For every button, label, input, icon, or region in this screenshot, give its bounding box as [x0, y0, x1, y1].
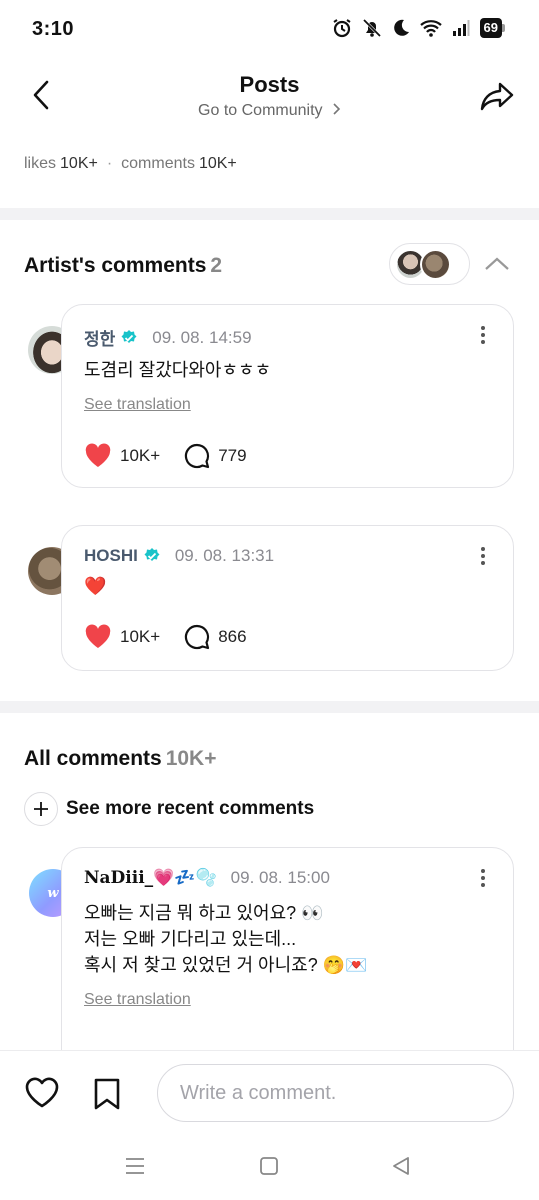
alarm-icon [332, 19, 351, 38]
comment-header: HOSHI 09. 08. 13:31 [84, 546, 274, 566]
artist-comments-count: 2 [210, 254, 223, 277]
more-options-button[interactable] [475, 544, 491, 568]
system-back-button[interactable] [390, 1155, 412, 1182]
go-to-community-link[interactable]: Go to Community [0, 102, 539, 120]
comment-input[interactable] [157, 1064, 514, 1122]
heart-outline-icon [25, 1077, 59, 1108]
status-time: 3:10 [32, 18, 75, 40]
battery-icon: 69 [479, 18, 505, 38]
share-button[interactable] [477, 76, 517, 116]
like-count: 10K+ [120, 446, 161, 465]
post-stats: likes 10K+ · comments 10K+ [24, 155, 237, 173]
see-translation-link[interactable]: See translation [84, 991, 191, 1009]
comment-text: 오빠는 지금 뭐 하고 있어요? 👀 저는 오빠 기다리고 있는데... 혹시 … [84, 900, 368, 978]
home-button[interactable] [258, 1155, 280, 1182]
artist-avatars[interactable] [389, 243, 470, 285]
artist-comments-title: Artist's comments [24, 254, 207, 277]
comment-actions: 10K+ 866 [84, 624, 247, 650]
comment-line: 혹시 저 찾고 있었던 거 아니죠? 🤭💌 [84, 955, 368, 975]
stats-separator: · [106, 155, 113, 172]
comment-header: NaDiii_💗💤🫧 09. 08. 15:00 [84, 868, 330, 888]
comment-author[interactable]: 정한 [84, 325, 115, 350]
bookmark-icon [94, 1078, 120, 1110]
comment-actions: 10K+ 779 [84, 443, 247, 469]
system-nav-bar [0, 1145, 539, 1200]
comment-text: ❤️ [84, 576, 107, 596]
comment-text: 도겸리 잘갔다와아ㅎㅎㅎ [84, 360, 272, 380]
comment-header: 정한 09. 08. 14:59 [84, 325, 252, 350]
menu-icon [126, 1158, 144, 1174]
verified-icon [143, 547, 161, 565]
artist-comment-card: HOSHI 09. 08. 13:31 ❤️ 10K+ 866 [61, 525, 514, 671]
artist-comments-heading: Artist's comments 2 [24, 254, 222, 278]
moon-icon [393, 19, 409, 36]
like-button[interactable]: 10K+ [84, 443, 160, 469]
heart-icon [85, 443, 111, 467]
like-post-button[interactable] [24, 1077, 60, 1114]
header: Posts Go to Community [0, 60, 539, 140]
like-count: 10K+ [120, 627, 161, 646]
comment-composer-bar [0, 1050, 539, 1145]
comment-time: 09. 08. 14:59 [152, 327, 252, 347]
signal-icon [452, 20, 470, 36]
chevron-right-icon [333, 103, 341, 115]
like-button[interactable]: 10K+ [84, 624, 160, 650]
comments-count: 10K+ [198, 155, 237, 172]
collapse-button[interactable] [482, 252, 512, 276]
more-options-button[interactable] [475, 866, 491, 890]
status-bar: 3:10 69 [0, 0, 539, 60]
comment-line: 저는 오빠 기다리고 있는데... [84, 929, 297, 949]
status-icons: 69 [332, 18, 505, 38]
reply-button[interactable]: 779 [184, 443, 247, 469]
heart-icon [85, 624, 111, 648]
see-more-recent-button[interactable]: See more recent comments [24, 792, 314, 826]
all-comments-count: 10K+ [165, 747, 217, 770]
all-comments-title: All comments [24, 747, 162, 770]
comments-label: comments [121, 155, 195, 172]
artist-comment-card: 정한 09. 08. 14:59 도겸리 잘갔다와아ㅎㅎㅎ See transl… [61, 304, 514, 488]
see-more-recent-label: See more recent comments [66, 798, 315, 819]
go-to-community-label: Go to Community [198, 102, 323, 119]
comment-author[interactable]: NaDiii_💗💤🫧 [84, 868, 217, 888]
share-icon [480, 82, 514, 111]
chevron-up-icon [485, 257, 509, 270]
likes-count: 10K+ [60, 155, 98, 172]
see-translation-link[interactable]: See translation [84, 396, 191, 414]
battery-level: 69 [479, 18, 502, 38]
section-divider [0, 208, 539, 220]
comment-bubble-icon [185, 624, 210, 650]
comment-line: 오빠는 지금 뭐 하고 있어요? 👀 [84, 903, 324, 923]
recent-apps-button[interactable] [124, 1155, 146, 1182]
reply-count: 779 [218, 446, 247, 465]
all-comments-heading: All comments 10K+ [24, 747, 217, 771]
comment-author[interactable]: HOSHI [84, 546, 138, 566]
page-title: Posts [239, 72, 300, 97]
reply-button[interactable]: 866 [184, 624, 247, 650]
bookmark-button[interactable] [92, 1077, 122, 1116]
section-divider [0, 701, 539, 713]
reply-count: 866 [218, 627, 247, 646]
comment-time: 09. 08. 15:00 [230, 868, 330, 887]
home-icon [260, 1157, 278, 1175]
avatar [420, 248, 451, 280]
mute-icon [362, 18, 381, 38]
likes-label: likes [24, 155, 57, 172]
wifi-icon [419, 20, 442, 37]
comment-time: 09. 08. 13:31 [174, 546, 275, 565]
more-options-button[interactable] [475, 323, 491, 347]
verified-icon [120, 329, 138, 347]
comment-bubble-icon [185, 443, 210, 469]
triangle-back-icon [393, 1157, 409, 1175]
plus-icon [24, 792, 58, 826]
